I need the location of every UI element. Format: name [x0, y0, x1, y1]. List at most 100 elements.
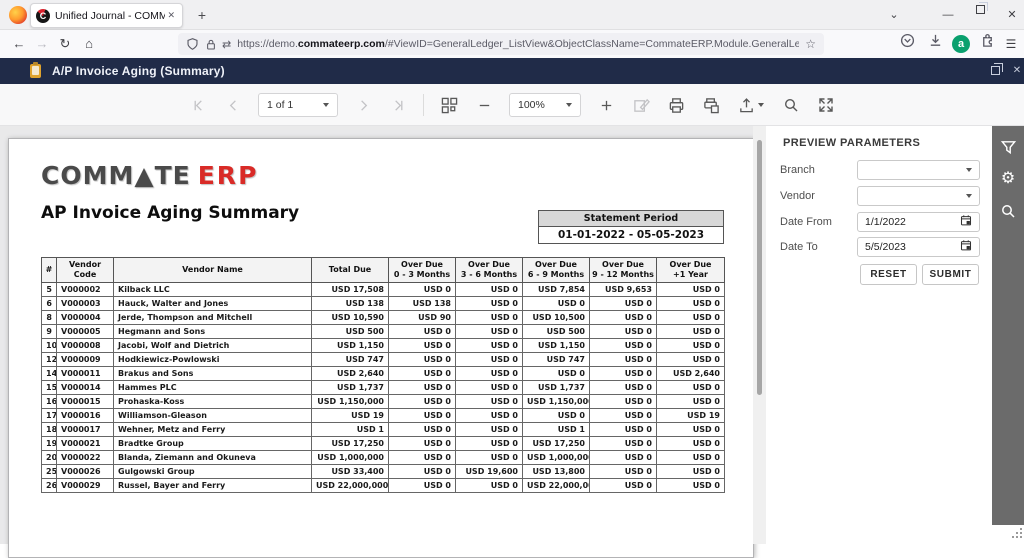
shield-icon[interactable] — [186, 37, 199, 51]
cell: USD 0 — [455, 338, 523, 353]
cell: V000021 — [56, 436, 114, 451]
branch-select[interactable] — [857, 160, 980, 180]
cell: USD 0 — [656, 310, 725, 325]
vendor-select[interactable] — [857, 186, 980, 206]
forward-button[interactable]: → — [31, 33, 53, 55]
cell: USD 19 — [656, 408, 725, 423]
cell: USD 1 — [311, 422, 389, 437]
export-caret-icon — [758, 103, 764, 107]
site-favicon-icon: C — [36, 8, 50, 23]
previous-page-button[interactable] — [223, 93, 243, 117]
search-sidebar-icon[interactable] — [992, 199, 1024, 223]
lock-icon[interactable] — [205, 38, 217, 51]
table-row: 10 V000008 Jacobi, Wolf and Dietrich USD 1,… — [41, 338, 725, 353]
search-button[interactable] — [781, 93, 801, 117]
cell: 20 — [41, 450, 57, 465]
print-page-button[interactable] — [701, 93, 721, 117]
cell: USD 0 — [589, 408, 657, 423]
cell: USD 2,640 — [311, 366, 389, 381]
reset-button[interactable]: RESET — [860, 264, 917, 285]
url-bar[interactable]: ⇄ https://demo.commateerp.com/#ViewID=Ge… — [178, 33, 824, 55]
resize-grip[interactable] — [1012, 536, 1014, 538]
filter-funnel-icon[interactable] — [992, 135, 1024, 159]
next-page-button[interactable] — [353, 93, 373, 117]
settings-gear-icon[interactable]: ⚙ — [992, 167, 1024, 191]
downloads-icon[interactable] — [924, 33, 946, 55]
multipage-view-button[interactable] — [439, 93, 459, 117]
cell: USD 0 — [388, 338, 456, 353]
cell: 26 — [41, 478, 57, 493]
cell: USD 0 — [589, 310, 657, 325]
table-row: 17 V000016 Williamson-Gleason USD 19 USD 0 US… — [41, 408, 725, 423]
print-button[interactable] — [666, 93, 686, 117]
extensions-puzzle-icon[interactable] — [976, 33, 998, 55]
column-header: Over Due 3 - 6 Months — [455, 257, 523, 283]
menu-hamburger-icon[interactable]: ☰ — [1000, 33, 1022, 55]
zoom-level-dropdown[interactable]: 100% — [509, 93, 581, 117]
table-row: 19 V000021 Bradtke Group USD 17,250 USD 0 USD… — [41, 436, 725, 451]
cell: USD 22,000,000 — [311, 478, 389, 493]
report-close-icon[interactable]: ✕ — [1008, 63, 1024, 79]
zoom-in-button[interactable] — [596, 93, 616, 117]
report-window-title: A/P Invoice Aging (Summary) — [52, 64, 225, 78]
cell: USD 10,590 — [311, 310, 389, 325]
cell: Russel, Bayer and Ferry — [113, 478, 312, 493]
cell: USD 0 — [589, 464, 657, 479]
date-from-input[interactable]: 1/1/2022 — [857, 212, 980, 232]
tab-close-icon[interactable]: ✕ — [165, 9, 177, 22]
firefox-logo-icon[interactable] — [9, 6, 27, 24]
popout-window-icon[interactable] — [986, 63, 1004, 79]
fullscreen-button[interactable] — [816, 93, 836, 117]
pocket-icon[interactable] — [896, 33, 918, 55]
window-minimize-button[interactable]: — — [934, 2, 962, 28]
zoom-out-button[interactable] — [474, 93, 494, 117]
url-text: https://demo.commateerp.com/#ViewID=Gene… — [237, 38, 800, 50]
cell: USD 0 — [522, 408, 590, 423]
cell: V000011 — [56, 366, 114, 381]
date-to-input[interactable]: 5/5/2023 — [857, 237, 980, 257]
right-icon-sidebar: ⚙ — [992, 126, 1024, 525]
cell: USD 0 — [455, 296, 523, 311]
scrollbar-thumb[interactable] — [757, 140, 762, 395]
export-button[interactable] — [736, 93, 766, 117]
bookmark-star-icon[interactable]: ☆ — [805, 37, 816, 51]
select-caret-icon — [966, 168, 972, 172]
edit-report-button[interactable] — [631, 93, 651, 117]
home-button[interactable]: ⌂ — [78, 33, 100, 55]
cell: 10 — [41, 338, 57, 353]
cell: USD 0 — [455, 380, 523, 395]
page-indicator-dropdown[interactable]: 1 of 1 — [258, 93, 338, 117]
reload-button[interactable]: ↻ — [54, 33, 76, 55]
cell: V000022 — [56, 450, 114, 465]
cell: Hegmann and Sons — [113, 324, 312, 339]
cell: USD 13,800 — [522, 464, 590, 479]
aging-summary-table: # Vendor Code Vendor Name Total Due Over Due… — [41, 257, 725, 493]
browser-tab-strip: C Unified Journal - COMMATE ERP ✕ + ⌄ — … — [0, 0, 1024, 30]
cell: 8 — [41, 310, 57, 325]
cell: USD 747 — [311, 352, 389, 367]
window-restore-button[interactable] — [966, 2, 994, 28]
first-page-button[interactable] — [188, 93, 208, 117]
cell: USD 0 — [589, 436, 657, 451]
tab-list-chevron-icon[interactable]: ⌄ — [880, 2, 908, 28]
cell: Hauck, Walter and Jones — [113, 296, 312, 311]
cell: USD 17,250 — [311, 436, 389, 451]
permissions-icon[interactable]: ⇄ — [222, 38, 231, 51]
vertical-scrollbar[interactable] — [753, 126, 766, 544]
calendar-icon[interactable] — [960, 238, 972, 256]
cell: USD 22,000,000 — [522, 478, 590, 493]
cell: V000003 — [56, 296, 114, 311]
new-tab-button[interactable]: + — [192, 5, 212, 25]
calendar-icon[interactable] — [960, 213, 972, 231]
browser-tab[interactable]: C Unified Journal - COMMATE ERP ✕ — [30, 3, 183, 28]
back-button[interactable]: ← — [8, 33, 30, 55]
cell: USD 0 — [388, 324, 456, 339]
cell: USD 0 — [589, 324, 657, 339]
submit-button[interactable]: SUBMIT — [922, 264, 979, 285]
window-close-button[interactable]: ✕ — [998, 2, 1024, 28]
cell: USD 1,150 — [311, 338, 389, 353]
account-extension-icon[interactable]: a — [952, 35, 970, 53]
last-page-button[interactable] — [388, 93, 408, 117]
column-header: Vendor Name — [113, 257, 312, 283]
cell: USD 0 — [522, 296, 590, 311]
